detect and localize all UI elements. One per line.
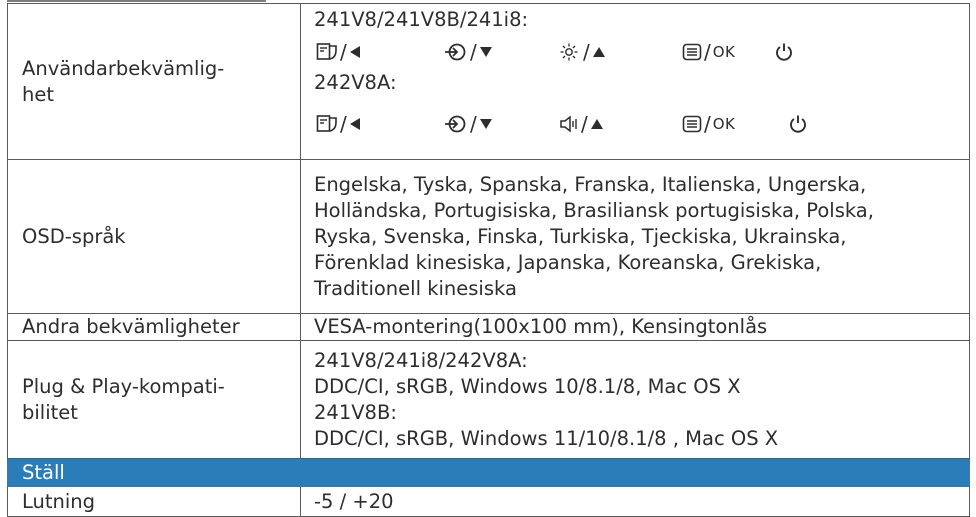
row-tilt: Lutning -5 / +20 [7, 486, 970, 517]
osd-language-line: Förenklad kinesiska, Japanska, Koreanska… [314, 250, 822, 274]
ok-label: OK [712, 43, 736, 61]
value-osd-languages: Engelska, Tyska, Spanska, Franska, Itali… [300, 159, 970, 314]
label-convenience: Användarbekväml­ig- het [7, 3, 301, 160]
row-plug-and-play: Plug & Play-kompati- bilitet 241V8/241i8… [7, 340, 970, 459]
plug-and-play-line: DDC/CI, sRGB, Windows 10/8.1/8, Mac OS X [314, 374, 741, 398]
value-tilt: -5 / +20 [300, 486, 970, 517]
power-icon [788, 111, 808, 137]
section-header-stand: Ställ [7, 458, 970, 487]
plug-and-play-line: DDC/CI, sRGB, Windows 11/10/8.1/8 , Mac … [314, 426, 779, 450]
label-plug-and-play-line1: Plug & Play-kompati- [22, 374, 225, 398]
osd-input-icon: / [316, 39, 361, 65]
plug-and-play-line: 241V8B: [314, 400, 397, 424]
label-plug-and-play: Plug & Play-kompati- bilitet [7, 340, 301, 459]
input-source-icon: / [444, 111, 493, 137]
icon-row-2: / / / / OK [314, 111, 959, 137]
model-group-1: 241V8/241V8B/241i8: [314, 8, 529, 31]
osd-language-line: Holländska, Portugisiska, Brasiliansk po… [314, 198, 874, 222]
row-other-conveniences: Andra bekvämligheter VESA-montering(100x… [7, 313, 970, 341]
model-group-2: 242V8A: [314, 71, 397, 94]
ok-label: OK [712, 115, 736, 133]
value-convenience: 241V8/241V8B/241i8: / / / / OK 242V8A: /… [300, 3, 970, 160]
osd-input-icon: / [316, 111, 361, 137]
row-section-stand: Ställ [7, 458, 970, 487]
menu-icon: / OK [682, 39, 735, 65]
top-rule [7, 0, 266, 2]
label-osd-languages: OSD-språk [7, 159, 301, 314]
value-plug-and-play: 241V8/241i8/242V8A: DDC/CI, sRGB, Window… [300, 340, 970, 459]
osd-language-line: Engelska, Tyska, Spanska, Franska, Itali… [314, 172, 867, 196]
label-convenience-line1: Användarbekväml­ig- [22, 56, 225, 80]
osd-language-line: Traditionell kinesiska [314, 276, 517, 300]
volume-icon: / [559, 111, 604, 137]
osd-language-line: Ryska, Svenska, Finska, Turkiska, Tjecki… [314, 224, 847, 248]
label-convenience-line2: het [22, 82, 55, 106]
label-other-conveniences: Andra bekvämligheter [7, 313, 301, 341]
row-osd-languages: OSD-språk Engelska, Tyska, Spanska, Fran… [7, 159, 970, 314]
row-convenience: Användarbekväml­ig- het 241V8/241V8B/241… [7, 3, 970, 160]
spec-table: Användarbekväml­ig- het 241V8/241V8B/241… [7, 3, 970, 517]
power-icon [774, 39, 794, 65]
brightness-icon: / [559, 39, 606, 65]
value-other-conveniences: VESA-montering(100x100 mm), Kensingtonlå… [300, 313, 970, 341]
icon-row-1: / / / / OK [314, 39, 959, 65]
input-source-icon: / [444, 39, 493, 65]
plug-and-play-line: 241V8/241i8/242V8A: [314, 348, 528, 372]
label-plug-and-play-line2: bilitet [22, 400, 78, 424]
menu-icon: / OK [682, 111, 735, 137]
label-tilt: Lutning [7, 486, 301, 517]
